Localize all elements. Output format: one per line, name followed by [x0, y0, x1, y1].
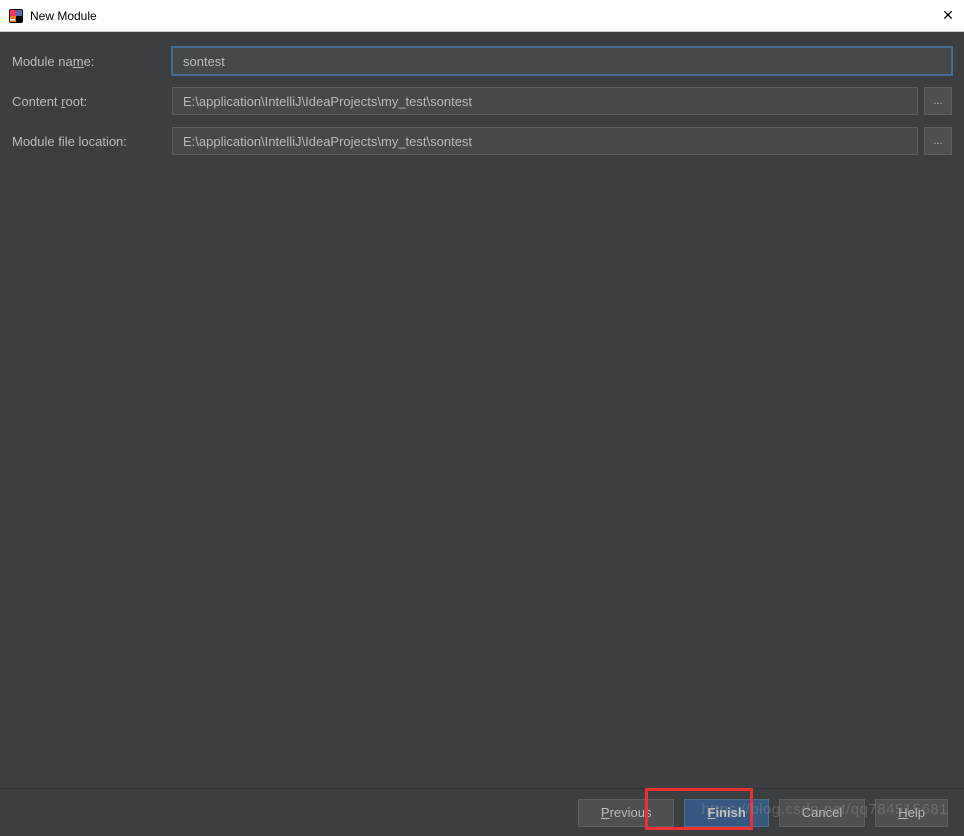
finish-button[interactable]: Finish — [684, 799, 768, 827]
module-name-label: Module name: — [12, 54, 172, 69]
app-icon — [8, 8, 24, 24]
module-file-location-browse-button[interactable]: ... — [924, 127, 952, 155]
content-root-label: Content root: — [12, 94, 172, 109]
cancel-button[interactable]: Cancel — [779, 799, 865, 827]
titlebar: New Module ✕ — [0, 0, 964, 32]
help-button[interactable]: Help — [875, 799, 948, 827]
module-name-row: Module name: — [12, 47, 952, 75]
content-root-input[interactable] — [172, 87, 918, 115]
close-icon[interactable]: ✕ — [942, 10, 954, 22]
module-file-location-row: Module file location: ... — [12, 127, 952, 155]
content-root-row: Content root: ... — [12, 87, 952, 115]
window-title: New Module — [30, 9, 97, 23]
module-file-location-label: Module file location: — [12, 134, 172, 149]
module-name-input[interactable] — [172, 47, 952, 75]
previous-button[interactable]: Previous — [578, 799, 675, 827]
content-area: Module name: Content root: ... Module fi… — [0, 32, 964, 788]
module-file-location-input[interactable] — [172, 127, 918, 155]
button-bar: Previous Finish Cancel Help — [0, 788, 964, 836]
content-root-browse-button[interactable]: ... — [924, 87, 952, 115]
